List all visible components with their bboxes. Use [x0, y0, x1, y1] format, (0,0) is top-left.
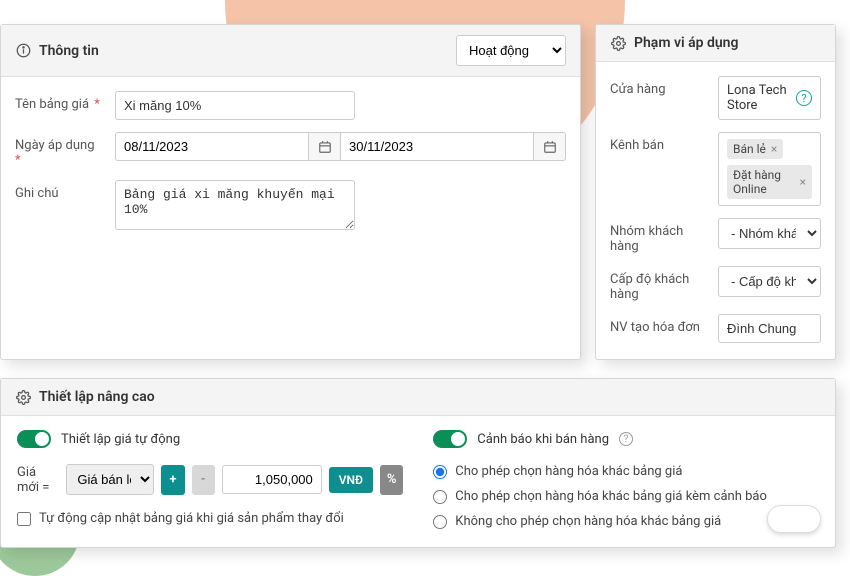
status-select[interactable]: Hoạt động — [456, 35, 566, 66]
creator-input[interactable] — [718, 314, 821, 343]
radio-deny[interactable]: Không cho phép chọn hàng hóa khác bảng g… — [433, 514, 819, 529]
creator-label: NV tạo hóa đơn — [610, 314, 708, 335]
auto-price-label: Thiết lập giá tự động — [61, 432, 180, 447]
advanced-title: Thiết lập nâng cao — [39, 389, 155, 405]
cust-level-label: Cấp độ khách hàng — [610, 266, 708, 302]
scope-panel: Phạm vi áp dụng Cửa hàng Lona Tech Store… — [595, 24, 836, 360]
advanced-panel-header: Thiết lập nâng cao — [1, 379, 835, 416]
date-label: Ngày áp dụng * — [15, 132, 105, 168]
help-icon[interactable]: ? — [796, 90, 812, 106]
channel-chip-input[interactable]: Bán lẻ× Đặt hàng Online× — [718, 132, 821, 206]
chip-online[interactable]: Đặt hàng Online× — [727, 165, 812, 199]
calendar-to-button[interactable] — [534, 132, 566, 161]
floating-pill-button[interactable] — [767, 505, 821, 533]
auto-price-toggle[interactable] — [17, 430, 51, 448]
cust-group-select[interactable]: - Nhóm khách hàng - — [718, 218, 821, 249]
advanced-panel: Thiết lập nâng cao Thiết lập giá tự động… — [0, 378, 836, 548]
auto-update-label: Tự động cập nhật bảng giá khi giá sản ph… — [39, 511, 344, 526]
info-panel-title: Thông tin — [39, 43, 448, 59]
date-from-input[interactable] — [115, 132, 309, 161]
plus-button[interactable]: + — [161, 465, 184, 495]
store-label: Cửa hàng — [610, 76, 708, 97]
scope-panel-title: Phạm vi áp dụng — [634, 35, 821, 51]
warn-toggle[interactable] — [433, 430, 467, 448]
price-basis-select[interactable]: Giá bán lẻ — [66, 464, 154, 495]
auto-update-checkbox[interactable] — [17, 512, 31, 526]
name-input[interactable] — [115, 91, 355, 120]
minus-button[interactable]: - — [192, 465, 215, 495]
calendar-from-button[interactable] — [309, 132, 341, 161]
advanced-left-col: Thiết lập giá tự động Giá mới = Giá bán … — [17, 430, 403, 529]
radio-allow-input[interactable] — [433, 465, 447, 479]
radio-allow[interactable]: Cho phép chọn hàng hóa khác bảng giá — [433, 464, 819, 479]
percent-button[interactable]: % — [380, 465, 403, 495]
chip-retail[interactable]: Bán lẻ× — [727, 139, 783, 159]
gear-icon — [610, 35, 626, 51]
advanced-right-col: Cảnh báo khi bán hàng ? Cho phép chọn hà… — [433, 430, 819, 529]
channel-label: Kênh bán — [610, 132, 708, 153]
gear-icon — [15, 389, 31, 405]
scope-panel-header: Phạm vi áp dụng — [596, 25, 835, 62]
info-panel: Thông tin Hoạt động Tên bảng giá * Ngày … — [0, 24, 581, 360]
note-textarea[interactable]: Bảng giá xi măng khuyến mại 10% — [115, 180, 355, 230]
new-price-label: Giá mới = — [17, 465, 59, 495]
name-label: Tên bảng giá * — [15, 91, 105, 112]
note-label: Ghi chú — [15, 180, 105, 201]
radio-deny-input[interactable] — [433, 515, 447, 529]
date-range — [115, 132, 566, 161]
info-icon — [15, 43, 31, 59]
price-amount-input[interactable] — [222, 465, 322, 494]
chip-remove-icon[interactable]: × — [771, 142, 777, 156]
cust-level-select[interactable]: - Cấp độ khách hàng - — [718, 266, 821, 297]
help-icon[interactable]: ? — [619, 432, 633, 446]
vnd-button[interactable]: VNĐ — [329, 467, 373, 493]
store-input[interactable]: Lona Tech Store ? — [718, 76, 821, 120]
info-panel-header: Thông tin Hoạt động — [1, 25, 580, 77]
cust-group-label: Nhóm khách hàng — [610, 218, 708, 254]
chip-remove-icon[interactable]: × — [800, 175, 806, 189]
warn-label: Cảnh báo khi bán hàng — [477, 432, 609, 447]
date-to-input[interactable] — [341, 132, 534, 161]
radio-allow-warn-input[interactable] — [433, 490, 447, 504]
radio-allow-warn[interactable]: Cho phép chọn hàng hóa khác bảng giá kèm… — [433, 489, 819, 504]
